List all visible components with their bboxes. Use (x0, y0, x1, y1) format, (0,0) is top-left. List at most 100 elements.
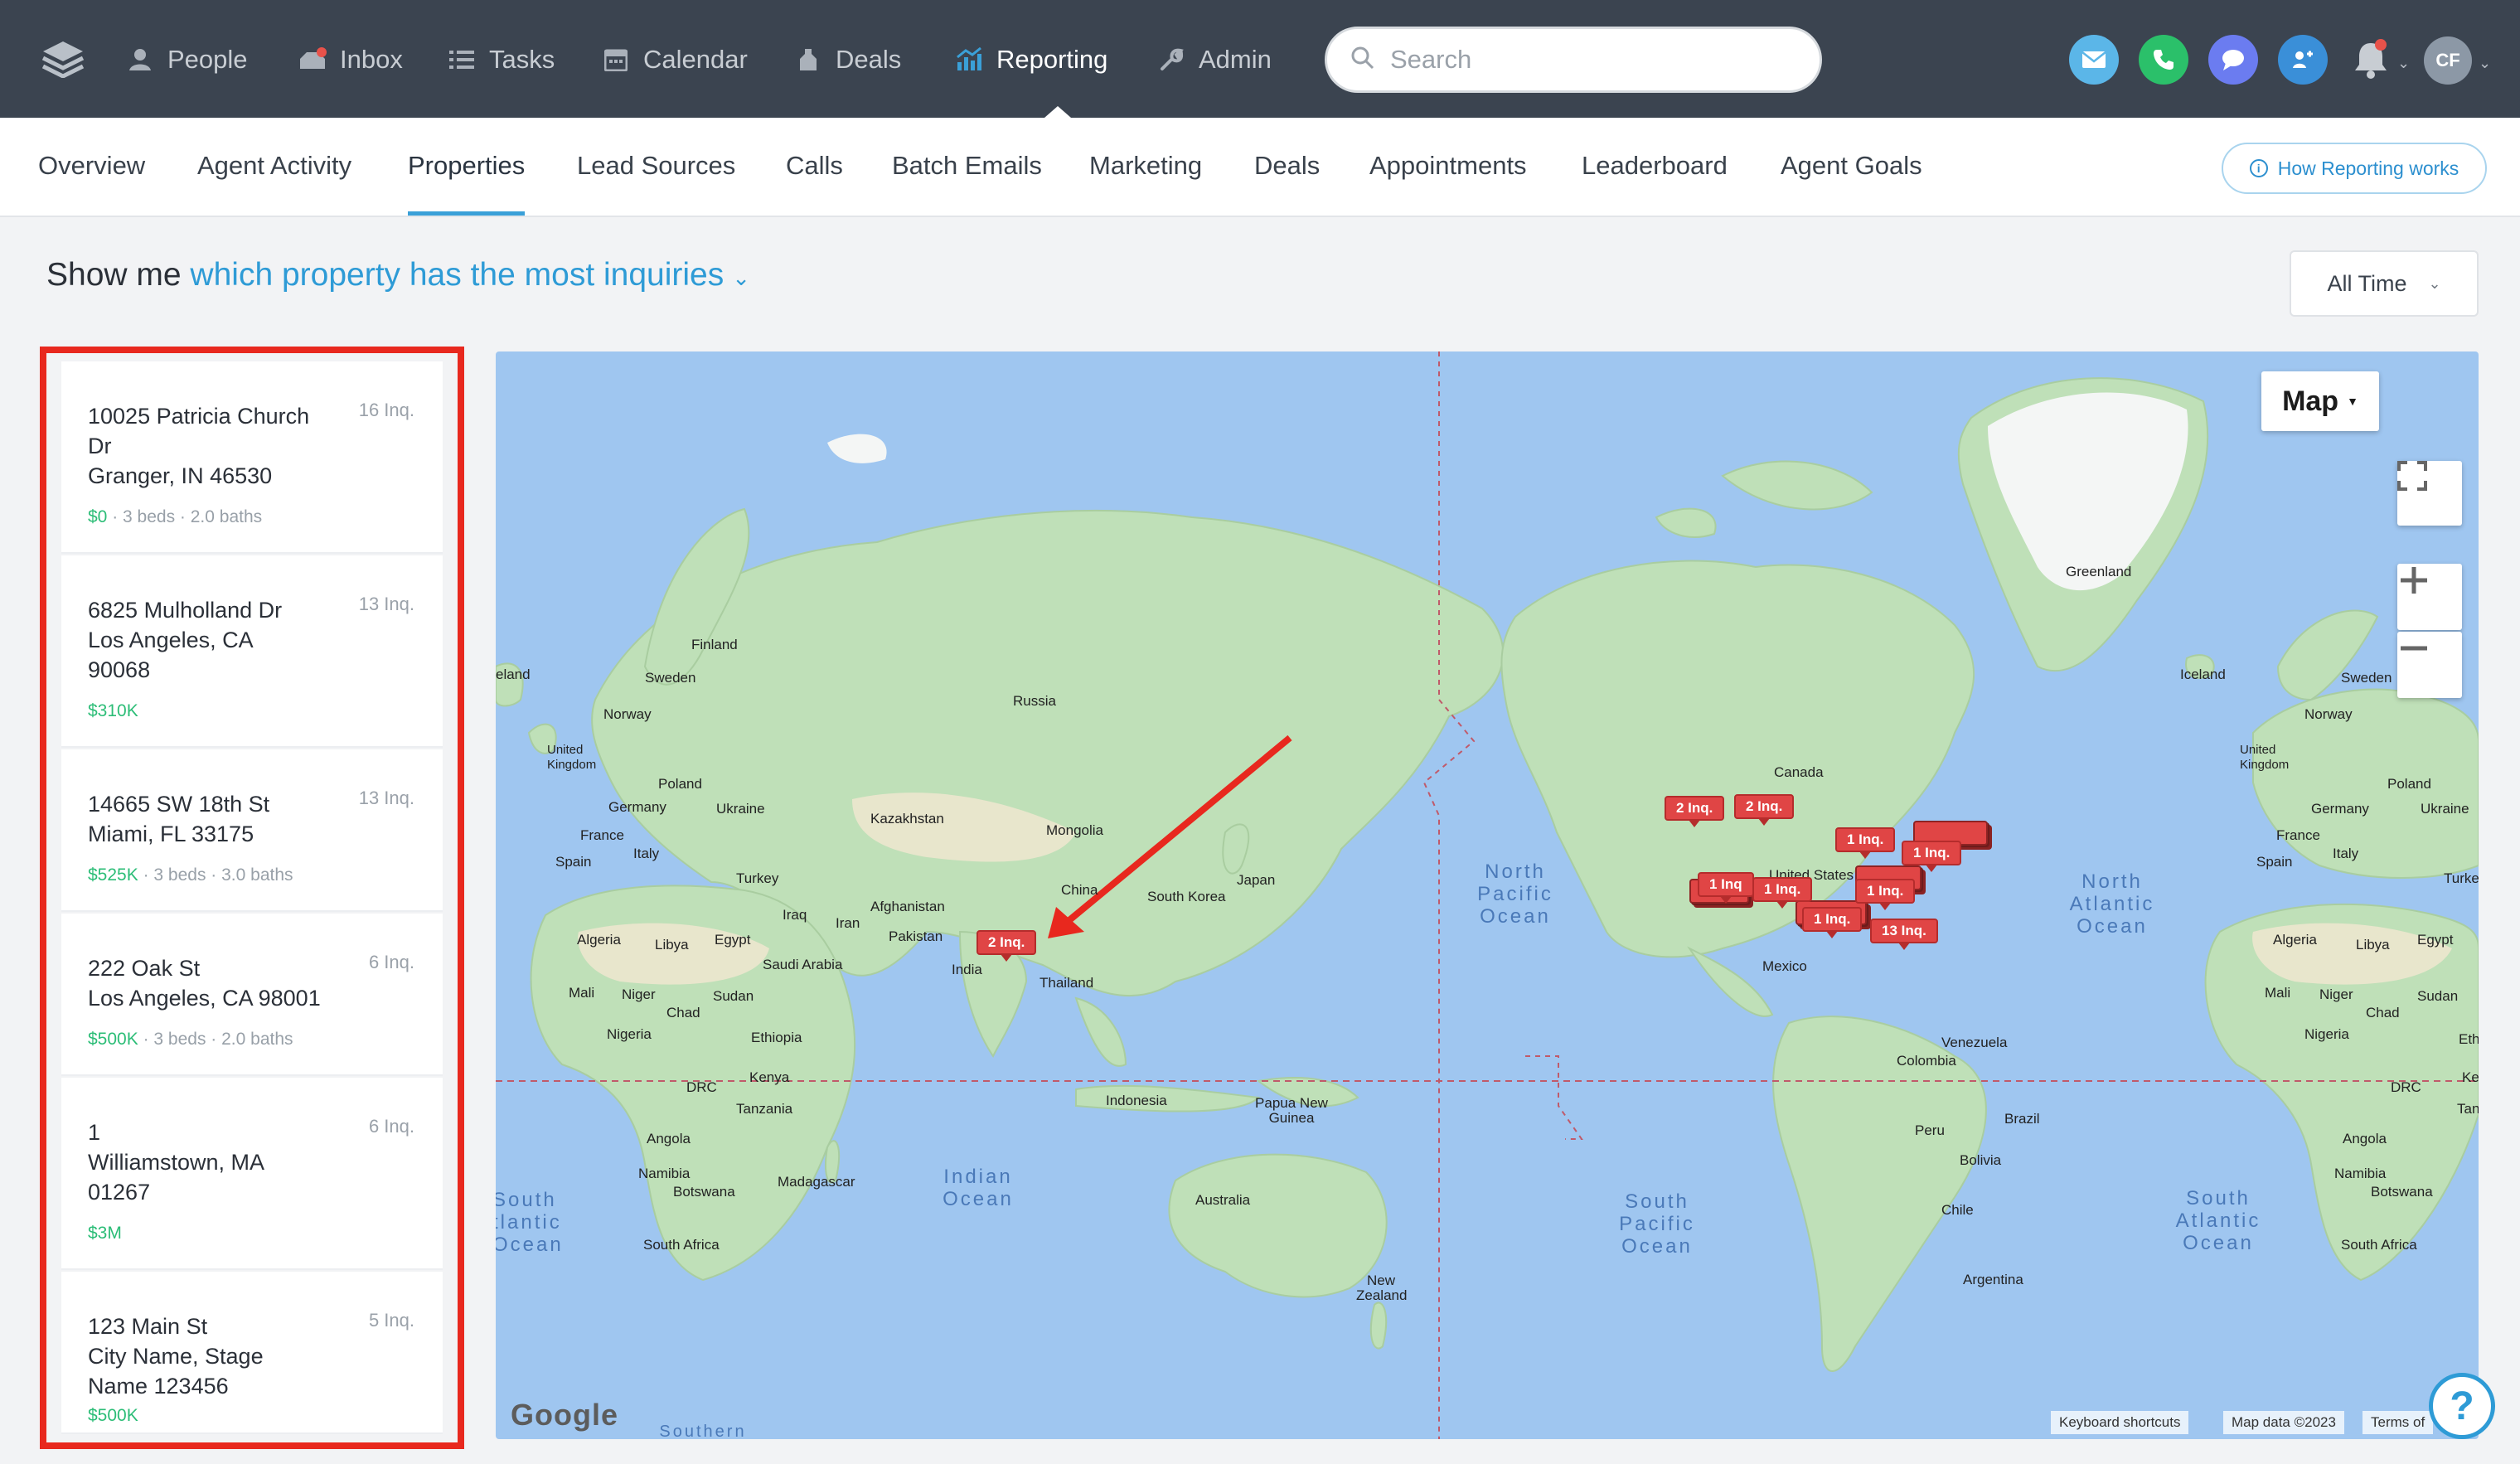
map-label: Kenya (749, 1069, 790, 1085)
nav-inbox[interactable]: Inbox (298, 33, 403, 86)
chevron-down-icon[interactable]: ⌄ (732, 265, 750, 290)
map-label: Chile (1941, 1202, 1974, 1218)
map-label: Niger (2319, 987, 2353, 1002)
nav-inbox-label: Inbox (340, 45, 403, 74)
map-label: DRC (686, 1079, 717, 1095)
nav-reporting[interactable]: Reporting (955, 33, 1107, 86)
nav-admin[interactable]: Admin (1157, 33, 1272, 86)
property-card[interactable]: 10025 Patricia Church Dr Granger, IN 465… (61, 361, 443, 554)
map-label: Greenland (2066, 564, 2132, 579)
map-pin[interactable]: 2 Inq. (976, 930, 1037, 962)
map-label: Ukraine (716, 801, 765, 817)
property-inquiries: 5 Inq. (368, 1310, 414, 1331)
map-label: New Zealand (1356, 1273, 1408, 1303)
world-map[interactable]: Greenland Iceland Finland Sweden Norway … (496, 351, 2479, 1439)
property-card[interactable]: 14665 SW 18th St Miami, FL 33175 13 Inq.… (61, 749, 443, 912)
nav-admin-label: Admin (1199, 45, 1272, 74)
chat-icon (2222, 50, 2244, 70)
map-pin[interactable]: 1 Inq. (1902, 841, 1962, 872)
map-label: Brazil (2004, 1111, 2040, 1127)
map-label: Algeria (2273, 932, 2317, 948)
ocean-label: Southern (659, 1423, 747, 1439)
tab-batch-emails[interactable]: Batch Emails (892, 151, 1042, 216)
map-pin[interactable]: 1 Inq. (1752, 877, 1813, 909)
nav-calendar[interactable]: Calendar (602, 33, 748, 86)
tab-lead-sources[interactable]: Lead Sources (577, 151, 735, 216)
tab-leaderboard[interactable]: Leaderboard (1582, 151, 1728, 216)
zoom-in-button[interactable] (2397, 564, 2462, 630)
map-pin[interactable]: 13 Inq. (1870, 919, 1938, 950)
property-address: 6825 Mulholland Dr Los Angeles, CA 90068 (88, 598, 283, 682)
tab-agent-activity[interactable]: Agent Activity (197, 151, 351, 216)
email-button[interactable] (2069, 35, 2119, 85)
nav-people[interactable]: People (126, 33, 248, 86)
chat-button[interactable] (2208, 35, 2258, 85)
property-list: 10025 Patricia Church Dr Granger, IN 465… (40, 347, 464, 1449)
property-card[interactable]: 222 Oak St Los Angeles, CA 98001 6 Inq. … (61, 914, 443, 1076)
tab-agent-goals[interactable]: Agent Goals (1781, 151, 1922, 216)
notifications-button[interactable] (2348, 36, 2394, 83)
how-reporting-works-label: How Reporting works (2277, 157, 2459, 179)
map-label: Ethiopia (751, 1030, 802, 1045)
map-pin[interactable]: 2 Inq. (1665, 796, 1725, 827)
info-icon: i (2249, 159, 2268, 177)
phone-icon (2154, 50, 2174, 70)
map-label: Thailand (1040, 975, 1094, 991)
tab-deals[interactable]: Deals (1254, 151, 1320, 216)
dialer-icon (2293, 51, 2313, 68)
nav-tasks[interactable]: Tasks (448, 33, 555, 86)
terms-link[interactable]: Terms of (2362, 1411, 2434, 1434)
show-me-label: Show me (46, 257, 182, 293)
map-label: Norway (2304, 706, 2353, 722)
caret-down-icon: ▼ (2347, 395, 2358, 408)
zoom-out-button[interactable] (2397, 632, 2462, 698)
chart-icon (955, 46, 983, 74)
map-label: Germany (2311, 801, 2369, 817)
map-pin[interactable]: 2 Inq. (1734, 794, 1795, 826)
help-button[interactable]: ? (2429, 1373, 2495, 1439)
map-label: South Korea (1147, 889, 1226, 904)
nav-calendar-label: Calendar (643, 45, 748, 74)
ocean-label: Indian Ocean (943, 1166, 1014, 1210)
dialer-button[interactable] (2278, 35, 2328, 85)
property-card[interactable]: 6825 Mulholland Dr Los Angeles, CA 90068… (61, 555, 443, 748)
question-icon: ? (2450, 1384, 2474, 1428)
map-label: Russia (1013, 693, 1056, 709)
tab-overview[interactable]: Overview (38, 151, 145, 216)
property-card[interactable]: 1 Williamstown, MA 01267 6 Inq. $3M (61, 1078, 443, 1270)
property-inquiries: 16 Inq. (358, 400, 414, 420)
map-pin[interactable]: 1 Inq (1698, 872, 1754, 904)
time-filter-dropdown[interactable]: All Time ⌄ (2290, 250, 2479, 317)
map-label: Mexico (1762, 958, 1807, 974)
tab-marketing[interactable]: Marketing (1089, 151, 1202, 216)
tab-appointments[interactable]: Appointments (1369, 151, 1527, 216)
avatar[interactable]: CF (2424, 36, 2472, 85)
fullscreen-icon (2397, 461, 2427, 491)
property-address: 14665 SW 18th St Miami, FL 33175 (88, 792, 270, 846)
phone-button[interactable] (2139, 35, 2188, 85)
report-question: Show me which property has the most inqu… (46, 257, 750, 293)
google-logo: Google (511, 1398, 618, 1432)
map-label: Tanzania (736, 1101, 793, 1117)
chevron-down-icon: ⌄ (2428, 274, 2441, 292)
tab-calls[interactable]: Calls (786, 151, 843, 216)
keyboard-shortcuts-link[interactable]: Keyboard shortcuts (2051, 1411, 2189, 1434)
map-label: Japan (1237, 872, 1276, 888)
search-input[interactable] (1390, 45, 1788, 75)
property-card[interactable]: 123 Main St City Name, Stage Name 123456… (61, 1272, 443, 1434)
map-label: Angola (2343, 1131, 2387, 1146)
search-box[interactable] (1325, 27, 1822, 93)
map-type-dropdown[interactable]: Map ▼ (2261, 371, 2379, 431)
map-pin[interactable]: 1 Inq. (1802, 907, 1863, 938)
how-reporting-works-button[interactable]: i How Reporting works (2222, 143, 2487, 194)
property-price: $310K (88, 701, 138, 720)
map-label: DRC (2391, 1079, 2421, 1095)
question-selector[interactable]: which property has the most inquiries (190, 257, 724, 293)
nav-deals[interactable]: Deals (794, 33, 901, 86)
logo-icon[interactable] (41, 40, 85, 79)
fullscreen-button[interactable] (2397, 461, 2462, 526)
map-pin[interactable]: 1 Inq. (1855, 879, 1916, 910)
map-label: India (952, 962, 982, 977)
map-pin[interactable]: 1 Inq. (1835, 827, 1896, 859)
tab-properties[interactable]: Properties (408, 151, 526, 216)
